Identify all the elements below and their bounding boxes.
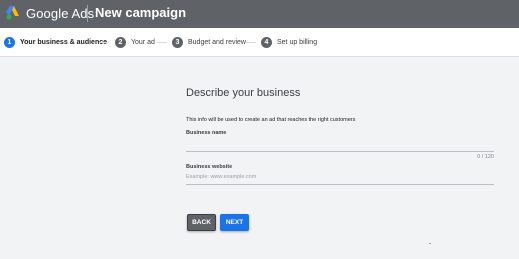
business-website-underline: [186, 184, 494, 185]
next-button[interactable]: NEXT: [220, 214, 249, 231]
header-divider: [87, 5, 88, 22]
character-counter: 0 / 120: [477, 154, 494, 160]
step-number: 4: [261, 36, 272, 48]
app-header: Google Ads New campaign: [0, 0, 519, 28]
back-button[interactable]: BACK: [187, 214, 216, 231]
business-website-label: Business website: [186, 164, 233, 170]
step-number: 1: [4, 36, 15, 48]
step-label: Your business & audience: [20, 38, 108, 46]
brand-name: Google Ads: [26, 6, 95, 21]
step-billing[interactable]: 4 Set up billing: [261, 36, 317, 48]
campaign-stepper: 1 Your business & audience 2 Your ad 3 B…: [0, 28, 519, 57]
business-name-underline: [186, 151, 494, 152]
step-connector: [99, 42, 109, 43]
business-name-label: Business name: [186, 130, 227, 136]
step-business-audience[interactable]: 1 Your business & audience: [4, 36, 107, 48]
step-connector: [157, 42, 167, 43]
page-title: New campaign: [95, 5, 187, 20]
form-heading: Describe your business: [186, 87, 301, 99]
step-your-ad[interactable]: 2 Your ad: [115, 36, 155, 48]
step-label: Budget and review: [188, 38, 246, 46]
step-connector: [246, 42, 256, 43]
step-number: 3: [172, 36, 183, 48]
business-name-input[interactable]: [186, 140, 492, 146]
step-budget-review[interactable]: 3 Budget and review: [172, 36, 246, 48]
step-label: Your ad: [131, 38, 155, 46]
stray-mark: [429, 243, 431, 244]
step-number: 2: [115, 36, 126, 48]
business-website-input[interactable]: [186, 174, 492, 180]
step-label: Set up billing: [277, 38, 318, 46]
form-intro: This info will be used to create an ad t…: [186, 117, 356, 123]
google-ads-logo-icon[interactable]: [6, 6, 22, 20]
